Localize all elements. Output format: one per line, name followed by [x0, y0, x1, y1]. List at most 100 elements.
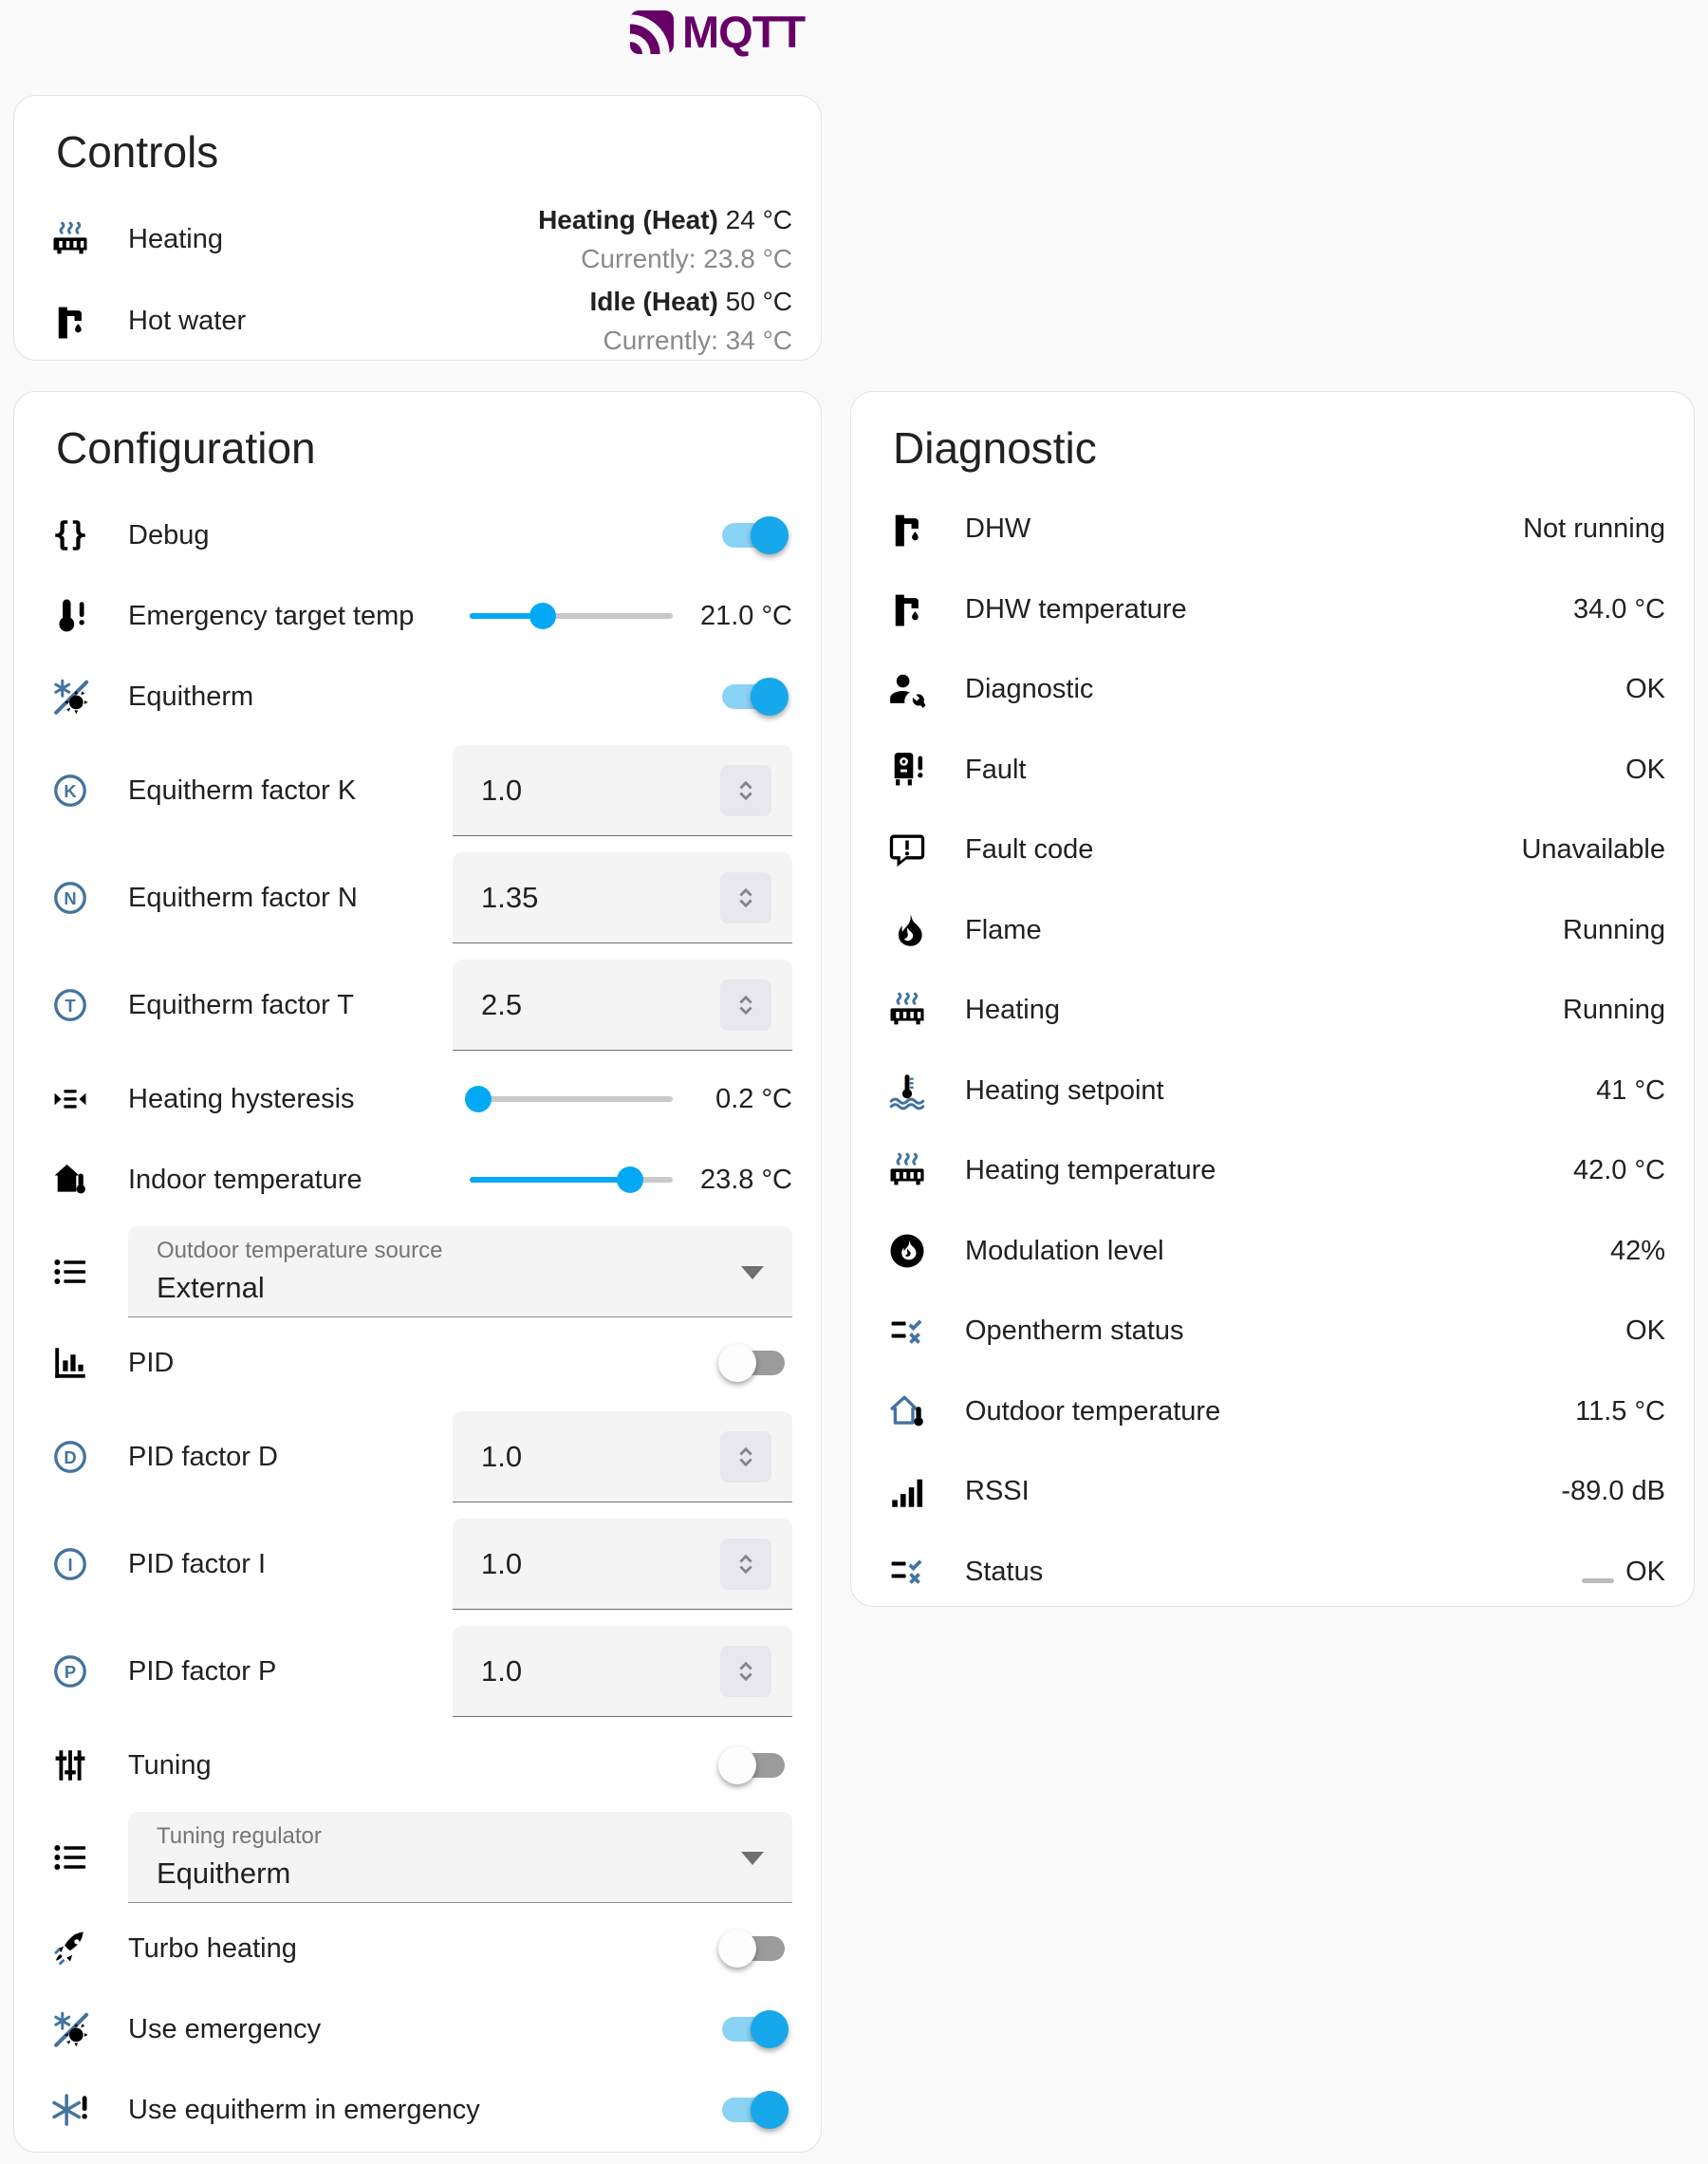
fault-label: Fault	[965, 755, 1625, 786]
diag-row-dhw-temperature[interactable]: DHW temperature 34.0 °C	[880, 569, 1665, 650]
slider-knob[interactable]	[465, 1086, 492, 1112]
stepper-buttons[interactable]	[720, 1539, 771, 1590]
slider-fill	[470, 1177, 630, 1183]
dropdown-caret-icon	[741, 1266, 764, 1279]
configuration-card: Configuration Debug Emergency target tem…	[13, 391, 822, 2153]
config-row-equitherm-factor-t: Equitherm factor T 2.5	[43, 952, 792, 1059]
config-row-equitherm-factor-n: Equitherm factor N 1.35	[43, 845, 792, 952]
outdoor-temperature-source-value: External	[157, 1271, 792, 1305]
diag-row-fault[interactable]: Fault OK	[880, 730, 1665, 811]
config-row-tuning-regulator: Tuning regulator Equitherm	[43, 1806, 792, 1909]
diag-row-heating-setpoint[interactable]: Heating setpoint 41 °C	[880, 1051, 1665, 1131]
outdoor-temperature-label: Outdoor temperature	[965, 1396, 1575, 1427]
thermometer-alert-icon	[50, 596, 90, 636]
tuning-regulator-label: Tuning regulator	[157, 1823, 792, 1850]
indoor-temperature-slider[interactable]	[470, 1159, 673, 1201]
format-list-bulleted-icon	[50, 1838, 90, 1877]
equitherm-label: Equitherm	[128, 681, 722, 713]
alpha-p-circle-icon	[50, 1651, 90, 1691]
slider-track[interactable]	[470, 1096, 673, 1102]
tuning-toggle[interactable]	[722, 1753, 785, 1778]
tuning-regulator-select[interactable]: Tuning regulator Equitherm	[128, 1812, 792, 1903]
flame-label: Flame	[965, 915, 1563, 946]
pid-toggle[interactable]	[722, 1351, 785, 1375]
diag-row-fault-code[interactable]: Fault code Unavailable	[880, 811, 1665, 891]
config-row-indoor-temperature: Indoor temperature 23.8 °C	[43, 1140, 792, 1221]
hot-water-target-temp: 50 °C	[726, 287, 792, 316]
rssi-label: RSSI	[965, 1476, 1561, 1507]
equitherm-factor-k-value: 1.0	[481, 774, 522, 808]
stepper-buttons[interactable]	[720, 872, 771, 923]
diagnostic-title: Diagnostic	[893, 424, 1665, 473]
config-row-pid-factor-p: PID factor P 1.0	[43, 1618, 792, 1726]
equitherm-factor-t-input[interactable]: 2.5	[453, 960, 792, 1051]
pid-factor-p-input[interactable]: 1.0	[453, 1626, 792, 1717]
configuration-title: Configuration	[56, 424, 792, 473]
equitherm-toggle[interactable]	[722, 684, 785, 709]
home-thermometer-outline-icon	[887, 1391, 927, 1431]
dhw-temperature-value: 34.0 °C	[1573, 594, 1665, 625]
tune-vertical-icon	[50, 1745, 90, 1785]
diag-row-dhw[interactable]: DHW Not running	[880, 490, 1665, 570]
emergency-target-temp-slider[interactable]	[470, 595, 673, 637]
heating-state: Heating (Heat) 24 °C Currently: 23.8 °C	[538, 203, 792, 276]
message-alert-icon	[887, 830, 927, 870]
pool-thermometer-icon	[887, 1071, 927, 1110]
indoor-temperature-value: 23.8 °C	[697, 1163, 792, 1197]
use-equitherm-in-emergency-toggle[interactable]	[722, 2098, 785, 2122]
diag-row-rssi[interactable]: RSSI -89.0 dB	[880, 1452, 1665, 1533]
use-emergency-label: Use emergency	[128, 2014, 722, 2045]
list-status-icon	[887, 1312, 927, 1352]
equitherm-factor-n-input[interactable]: 1.35	[453, 852, 792, 943]
diag-row-status[interactable]: Status OK	[880, 1532, 1665, 1613]
mqtt-logo-text: MQTT	[682, 6, 805, 58]
outdoor-temperature-source-select[interactable]: Outdoor temperature source External	[128, 1226, 792, 1317]
opentherm-status-label: Opentherm status	[965, 1315, 1625, 1347]
pid-factor-d-input[interactable]: 1.0	[453, 1411, 792, 1502]
diag-row-opentherm-status[interactable]: Opentherm status OK	[880, 1292, 1665, 1372]
controls-card: Controls Heating Heating (Heat) 24 °C Cu…	[13, 95, 822, 361]
debug-label: Debug	[128, 520, 722, 551]
fault-value: OK	[1625, 755, 1665, 786]
water-pump-icon	[50, 302, 90, 342]
equitherm-factor-k-input[interactable]: 1.0	[453, 745, 792, 836]
scrollbar-thumb[interactable]	[1582, 1578, 1614, 1583]
pid-factor-d-value: 1.0	[481, 1440, 522, 1474]
debug-toggle[interactable]	[722, 523, 785, 548]
outdoor-temperature-source-label: Outdoor temperature source	[157, 1238, 792, 1264]
fault-code-label: Fault code	[965, 834, 1521, 866]
pid-factor-p-label: PID factor P	[128, 1656, 453, 1688]
stepper-buttons[interactable]	[720, 979, 771, 1031]
heating-status-label: Heating	[965, 995, 1563, 1026]
diag-row-heating[interactable]: Heating Running	[880, 971, 1665, 1052]
snowflake-alert-icon	[50, 2090, 90, 2130]
diag-row-heating-temperature[interactable]: Heating temperature 42.0 °C	[880, 1131, 1665, 1212]
diag-row-flame[interactable]: Flame Running	[880, 890, 1665, 971]
arrow-collapse-horizontal-icon	[50, 1079, 90, 1119]
rssi-value: -89.0 dB	[1561, 1476, 1665, 1507]
slider-knob[interactable]	[529, 603, 556, 629]
diag-row-diagnostic[interactable]: Diagnostic OK	[880, 650, 1665, 731]
stepper-buttons[interactable]	[720, 1431, 771, 1483]
slider-knob[interactable]	[617, 1166, 643, 1193]
diag-row-outdoor-temperature[interactable]: Outdoor temperature 11.5 °C	[880, 1371, 1665, 1452]
outdoor-temperature-value: 11.5 °C	[1575, 1396, 1665, 1427]
turbo-heating-toggle[interactable]	[722, 1936, 785, 1961]
heating-climate-row[interactable]: Heating Heating (Heat) 24 °C Currently: …	[43, 199, 792, 281]
config-row-debug: Debug	[43, 495, 792, 576]
heating-target-temp: 24 °C	[726, 205, 792, 234]
stepper-buttons[interactable]	[720, 765, 771, 816]
toggle-thumb	[751, 516, 789, 554]
circle-fire-icon	[887, 1231, 927, 1271]
heating-hysteresis-value: 0.2 °C	[697, 1082, 792, 1116]
pid-factor-i-value: 1.0	[481, 1547, 522, 1581]
pid-factor-i-input[interactable]: 1.0	[453, 1519, 792, 1610]
toggle-thumb	[718, 1344, 756, 1382]
stepper-buttons[interactable]	[720, 1646, 771, 1697]
toggle-thumb	[718, 1746, 756, 1784]
diag-row-modulation-level[interactable]: Modulation level 42%	[880, 1211, 1665, 1292]
heating-hysteresis-slider[interactable]	[470, 1078, 673, 1120]
alpha-d-circle-icon	[50, 1437, 90, 1477]
hot-water-climate-row[interactable]: Hot water Idle (Heat) 50 °C Currently: 3…	[43, 281, 792, 363]
use-emergency-toggle[interactable]	[722, 2017, 785, 2042]
